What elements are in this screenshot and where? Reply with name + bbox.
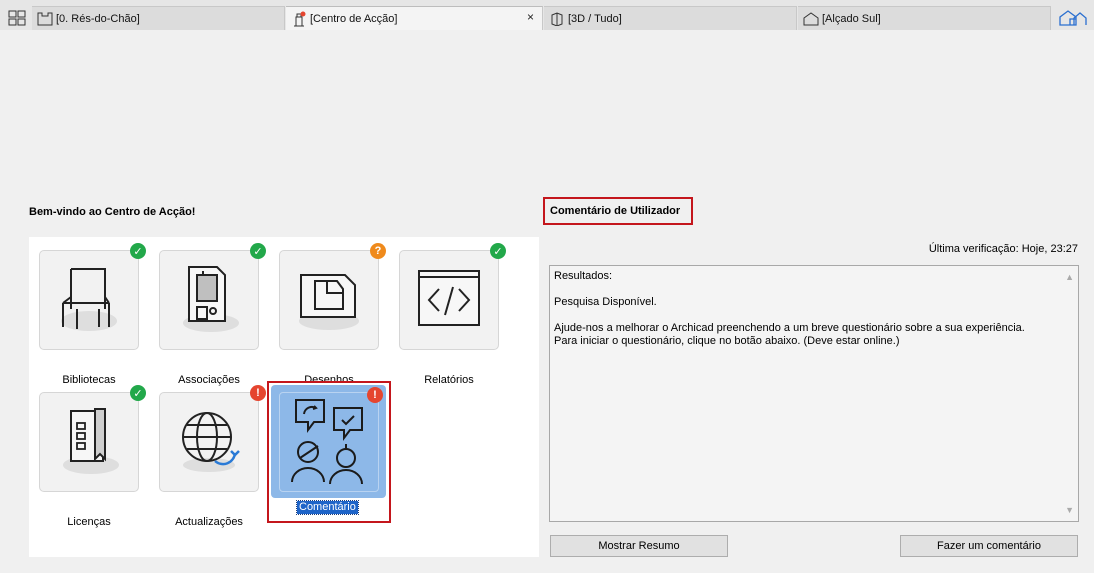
status-warning-icon: ? xyxy=(370,243,386,259)
elevation-icon xyxy=(802,11,820,27)
license-icon xyxy=(53,401,125,484)
scroll-down-icon[interactable]: ▼ xyxy=(1065,504,1074,517)
code-report-icon xyxy=(413,263,485,338)
status-ok-icon: ✓ xyxy=(130,385,146,401)
globe-update-icon xyxy=(173,405,245,480)
tile-box[interactable]: ✓ xyxy=(39,243,146,350)
survey-status: Pesquisa Disponível. xyxy=(554,296,657,308)
house-icon[interactable] xyxy=(1058,9,1088,30)
message-line: Para iniciar o questionário, clique no b… xyxy=(554,335,900,347)
tab-floor-plan[interactable]: [0. Rés-do-Chão] xyxy=(32,6,285,30)
results-heading: Resultados: xyxy=(554,270,613,282)
tile-box[interactable]: ✓ xyxy=(39,385,146,492)
status-ok-icon: ✓ xyxy=(130,243,146,259)
action-center-icon xyxy=(290,11,308,27)
close-tab-icon[interactable]: × xyxy=(527,10,534,24)
feedback-icon xyxy=(284,394,374,489)
chair-icon xyxy=(53,259,125,342)
feedback-title: Comentário de Utilizador xyxy=(543,197,693,225)
status-ok-icon: ✓ xyxy=(490,243,506,259)
tile-box[interactable]: ! xyxy=(159,385,266,492)
tab-3d-view[interactable]: [3D / Tudo] xyxy=(544,6,797,30)
status-ok-icon: ✓ xyxy=(250,243,266,259)
scroll-up-icon[interactable]: ▲ xyxy=(1065,271,1074,284)
results-textbox[interactable]: Resultados: Pesquisa Disponível. Ajude-n… xyxy=(549,265,1079,522)
document-attachments-icon xyxy=(173,259,245,342)
feedback-title-text: Comentário de Utilizador xyxy=(550,205,681,217)
tab-label: [Alçado Sul] xyxy=(822,12,881,25)
tile-box[interactable] xyxy=(278,391,379,492)
status-alert-icon: ! xyxy=(250,385,266,401)
tab-elevation[interactable]: [Alçado Sul] xyxy=(798,6,1051,30)
floor-plan-icon xyxy=(36,11,54,27)
tab-bar: [0. Rés-do-Chão] [Centro de Acção] × [3D… xyxy=(0,0,1094,30)
status-alert-icon: ! xyxy=(367,387,383,403)
tab-action-center[interactable]: [Centro de Acção] × xyxy=(286,6,543,30)
give-feedback-button[interactable]: Fazer um comentário xyxy=(900,535,1078,557)
tile-box[interactable]: ? xyxy=(279,243,386,350)
welcome-title: Bem-vindo ao Centro de Acção! xyxy=(29,206,196,218)
tile-feedback[interactable]: ! xyxy=(271,385,386,498)
tile-label-selected[interactable]: Comentário xyxy=(296,500,359,515)
tile-box[interactable]: ✓ xyxy=(399,243,506,350)
show-summary-button[interactable]: Mostrar Resumo xyxy=(550,535,728,557)
tile-label: Licenças xyxy=(67,516,111,528)
tab-overview-icon[interactable] xyxy=(8,10,26,26)
last-check-status: Última verificação: Hoje, 23:27 xyxy=(928,243,1078,255)
tile-box[interactable]: ✓ xyxy=(159,243,266,350)
tab-label: [0. Rés-do-Chão] xyxy=(56,12,140,25)
tile-label: Relatórios xyxy=(424,374,474,386)
tab-label: [3D / Tudo] xyxy=(568,12,622,25)
tile-label: Actualizações xyxy=(175,516,243,528)
tab-label: [Centro de Acção] xyxy=(310,12,398,25)
drawing-icon xyxy=(291,259,367,342)
message-line: Ajude-nos a melhorar o Archicad preenche… xyxy=(554,322,1025,334)
3d-view-icon xyxy=(548,11,566,27)
